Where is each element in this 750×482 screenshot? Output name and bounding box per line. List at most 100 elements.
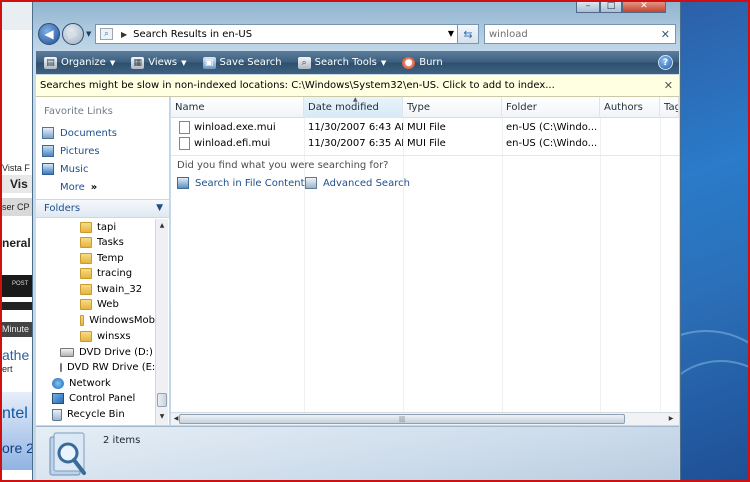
search-prompt-text: Did you find what you were searching for… — [177, 160, 389, 171]
folder-tree-scroll-thumb[interactable] — [157, 393, 167, 407]
scroll-up-icon[interactable]: ▲ — [157, 220, 167, 232]
folders-header[interactable]: Folders ▼ — [36, 199, 169, 218]
section-divider — [171, 155, 679, 156]
tree-item-label: DVD RW Drive (E:) — [67, 362, 155, 373]
breadcrumb-chevron-icon[interactable]: ▶ — [121, 30, 127, 39]
tree-item-windowsmob[interactable]: WindowsMob — [80, 313, 155, 328]
navigation-pane: Favorite Links Documents Pictures Music … — [36, 97, 170, 425]
favorite-music[interactable]: Music — [42, 161, 88, 177]
tree-item-label: Control Panel — [69, 393, 136, 404]
help-button[interactable]: ? — [658, 55, 673, 70]
forward-button[interactable]: ▶ — [62, 23, 84, 45]
bg-text: Vis — [10, 177, 28, 191]
favorite-label: Music — [60, 163, 89, 175]
bg-text: ser CP — [2, 202, 30, 212]
folder-icon — [80, 253, 92, 264]
organize-icon: ▤ — [44, 56, 57, 69]
advanced-search-label: Advanced Search — [323, 177, 410, 189]
tree-item-winsxs[interactable]: winsxs — [80, 329, 131, 344]
folder-tree-scrollbar[interactable]: ▲ ▼ — [155, 219, 168, 425]
file-type: MUI File — [407, 121, 446, 133]
advanced-search-link[interactable]: Advanced Search — [305, 175, 410, 191]
bg-text: Minute — [2, 324, 30, 334]
column-header-date-modified[interactable]: ▲ Date modified — [304, 96, 403, 118]
column-header-authors[interactable]: Authors — [600, 97, 660, 118]
column-header-type[interactable]: Type — [403, 97, 502, 118]
recent-pages-dropdown[interactable]: ▼ — [86, 30, 91, 38]
column-divider — [660, 118, 661, 419]
file-row[interactable]: winload.efi.mui 11/30/2007 6:35 AM MUI F… — [171, 135, 679, 151]
tree-item-twain32[interactable]: twain_32 — [80, 282, 142, 297]
tree-item-tapi[interactable]: tapi — [80, 220, 116, 235]
tree-item-control-panel[interactable]: Control Panel — [52, 391, 135, 406]
close-button[interactable]: ✕ — [622, 0, 666, 13]
grip-icon: ||| — [398, 415, 406, 423]
dvd-drive-icon — [60, 348, 74, 357]
explorer-window: – □ ✕ ◀ ▶ ▼ ⌕ ▶ Search Results in en-US … — [32, 0, 681, 482]
address-bar[interactable]: ⌕ ▶ Search Results in en-US ▼ — [95, 24, 459, 44]
column-header-name[interactable]: Name — [171, 97, 304, 118]
favorite-documents[interactable]: Documents — [42, 125, 117, 141]
back-button[interactable]: ◀ — [38, 23, 60, 45]
info-bar-close-icon[interactable]: ✕ — [664, 79, 673, 92]
file-row[interactable]: winload.exe.mui 11/30/2007 6:43 AM MUI F… — [171, 119, 679, 135]
folder-icon — [80, 331, 92, 342]
bg-text: Vista F — [2, 163, 30, 173]
bg-text: athe — [2, 347, 30, 363]
folder-icon — [80, 299, 92, 310]
tree-item-label: DVD Drive (D:) — [79, 347, 153, 358]
file-icon — [179, 136, 190, 150]
tree-item-dvd-drive[interactable]: DVD Drive (D:) — [60, 345, 153, 360]
maximize-button[interactable]: □ — [600, 0, 622, 13]
file-list-pane: Name ▲ Date modified Type Folder Authors … — [171, 96, 679, 425]
column-header-label: Folder — [506, 102, 537, 113]
tree-item-tasks[interactable]: Tasks — [80, 235, 124, 250]
refresh-button[interactable]: ⇆ — [457, 24, 479, 44]
views-button[interactable]: ▦ Views ▼ — [123, 51, 194, 74]
folder-icon — [80, 222, 92, 233]
search-folder-icon: ⌕ — [100, 28, 113, 40]
search-box[interactable]: ✕ — [484, 24, 676, 44]
forward-arrow-icon: ▶ — [68, 27, 78, 41]
file-list-horizontal-scrollbar[interactable]: ◀ ||| ▶ — [171, 412, 679, 425]
file-folder: en-US (C:\Windo... — [506, 121, 598, 133]
bg-text: ntel — [2, 405, 28, 422]
search-in-file-contents-link[interactable]: Search in File Contents — [177, 175, 310, 191]
tree-item-label: Web — [97, 299, 119, 310]
column-header-folder[interactable]: Folder — [502, 97, 600, 118]
desktop-background — [681, 0, 750, 482]
bg-block — [0, 0, 32, 30]
scroll-down-icon[interactable]: ▼ — [157, 411, 167, 423]
favorite-label: Documents — [60, 127, 118, 139]
chevron-down-icon: ▼ — [181, 58, 187, 67]
tree-item-web[interactable]: Web — [80, 297, 119, 312]
bg-text: ert — [2, 364, 13, 374]
recycle-bin-icon — [52, 408, 62, 421]
organize-label: Organize — [61, 57, 106, 68]
tree-item-recycle-bin[interactable]: Recycle Bin — [52, 407, 125, 422]
favorite-pictures[interactable]: Pictures — [42, 143, 100, 159]
scroll-right-icon[interactable]: ▶ — [666, 413, 676, 425]
address-dropdown-icon[interactable]: ▼ — [448, 29, 454, 38]
file-type: MUI File — [407, 137, 446, 149]
organize-button[interactable]: ▤ Organize ▼ — [36, 51, 123, 74]
file-name-cell: winload.exe.mui — [179, 119, 304, 135]
burn-button[interactable]: ● Burn — [394, 51, 450, 74]
minimize-button[interactable]: – — [576, 0, 600, 13]
clear-search-icon[interactable]: ✕ — [661, 28, 670, 41]
tree-item-temp[interactable]: Temp — [80, 251, 124, 266]
desktop-swirl — [681, 360, 750, 482]
search-input[interactable] — [489, 28, 649, 40]
tree-item-dvd-rw-drive[interactable]: DVD RW Drive (E:) — [60, 360, 155, 375]
tree-item-network[interactable]: Network — [52, 376, 111, 391]
tree-item-label: WindowsMob — [89, 315, 155, 326]
tree-item-tracing[interactable]: tracing — [80, 266, 132, 281]
tree-item-label: Recycle Bin — [67, 409, 125, 420]
favorite-more[interactable]: More » — [60, 179, 97, 195]
save-search-button[interactable]: ▣ Save Search — [195, 51, 290, 74]
file-icon — [179, 120, 190, 134]
column-header-tags[interactable]: Tag — [660, 97, 679, 118]
info-bar[interactable]: Searches might be slow in non-indexed lo… — [36, 75, 679, 97]
search-tools-button[interactable]: ⌕ Search Tools ▼ — [290, 51, 395, 74]
horizontal-scroll-thumb[interactable]: ||| — [179, 414, 625, 424]
